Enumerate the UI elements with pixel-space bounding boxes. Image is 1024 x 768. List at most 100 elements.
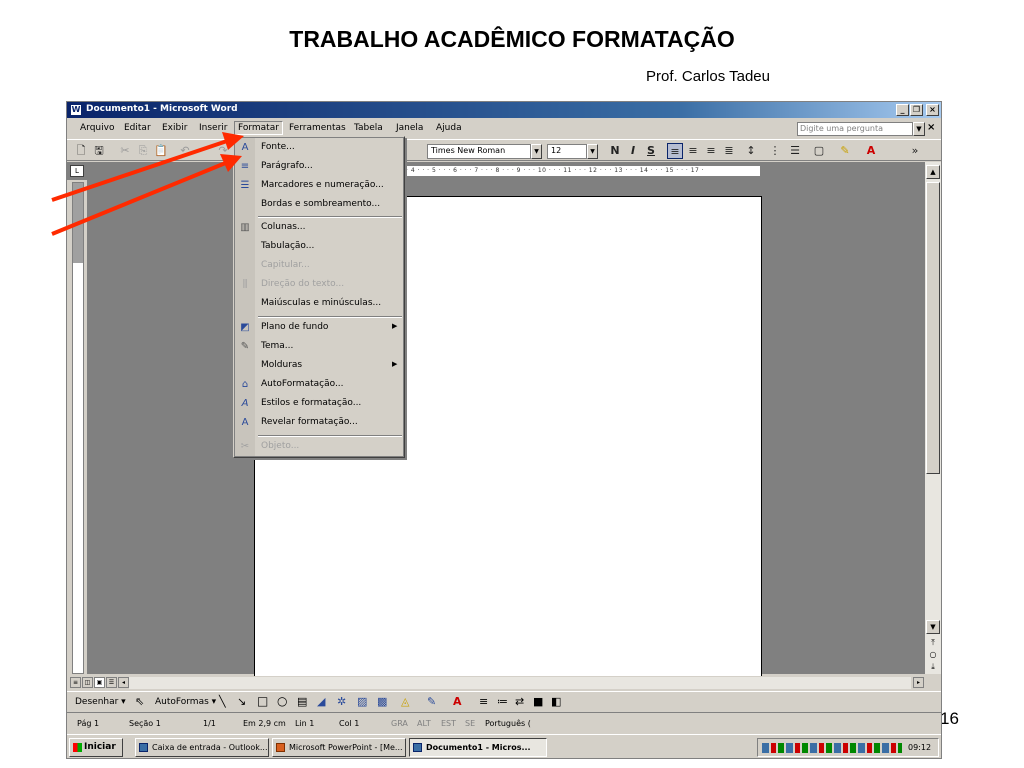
numbering-icon[interactable]: ⋮ [767, 143, 783, 159]
menu-item-fonte[interactable]: A Fonte... [234, 139, 404, 157]
menu-item-tabulacao[interactable]: Tabulação... [234, 238, 404, 256]
start-button[interactable]: Iniciar [69, 738, 123, 757]
highlight-icon[interactable]: ✎ [837, 143, 853, 159]
diagram-icon[interactable]: ✲ [337, 695, 346, 708]
menu-inserir[interactable]: Inserir [196, 122, 231, 134]
previous-page-icon[interactable]: ⤒ [927, 638, 939, 648]
task-outlook[interactable]: Caixa de entrada - Outlook... [135, 738, 269, 757]
scroll-up-icon[interactable]: ▲ [926, 165, 940, 179]
menu-item-molduras[interactable]: Molduras ▶ [234, 357, 404, 375]
dash-style-icon[interactable]: ≔ [497, 695, 508, 708]
normal-view-icon[interactable]: ≡ [70, 677, 81, 688]
menu-exibir[interactable]: Exibir [159, 122, 190, 134]
toolbar-options-icon[interactable]: » [907, 143, 923, 159]
close-document-icon[interactable]: × [927, 122, 935, 133]
font-name-arrow[interactable]: ▼ [531, 144, 542, 159]
minimize-button[interactable]: _ [896, 104, 909, 116]
wordart-icon[interactable]: ◢ [317, 695, 325, 708]
browse-object-icon[interactable]: ○ [927, 650, 939, 659]
word-app-icon[interactable]: W [70, 104, 82, 116]
redo-icon[interactable]: ↷ [215, 143, 231, 159]
menu-item-autoformatacao[interactable]: ⌂ AutoFormatação... [234, 376, 404, 394]
menu-tabela[interactable]: Tabela [351, 122, 386, 134]
scroll-down-icon[interactable]: ▼ [926, 620, 940, 634]
menu-item-paragrafo[interactable]: ≡ Parágrafo... [234, 158, 404, 176]
help-question-input[interactable]: Digite uma pergunta [797, 122, 913, 136]
align-center-icon[interactable]: ≡ [685, 143, 701, 159]
insert-picture-icon[interactable]: ▩ [377, 695, 387, 708]
select-objects-icon[interactable]: ⇖ [135, 695, 144, 708]
print-view-icon[interactable]: ▣ [94, 677, 105, 688]
scroll-left-icon[interactable]: ◂ [118, 677, 129, 688]
close-window-button[interactable]: × [926, 104, 939, 116]
menu-formatar[interactable]: Formatar [234, 121, 283, 135]
status-overtype[interactable]: SE [465, 719, 475, 728]
task-word[interactable]: Documento1 - Micros... [409, 738, 547, 757]
menu-item-maiusculas[interactable]: Maiúsculas e minúsculas... [234, 295, 404, 313]
scroll-thumb[interactable] [926, 182, 940, 474]
italic-button[interactable]: I [625, 143, 641, 159]
align-left-icon[interactable]: ≡ [667, 143, 683, 159]
border-icon[interactable]: ▢ [811, 143, 827, 159]
status-track-changes[interactable]: ALT [417, 719, 431, 728]
menu-item-revelar[interactable]: A Revelar formatação... [234, 414, 404, 432]
menu-ferramentas[interactable]: Ferramentas [286, 122, 349, 134]
font-name-combo[interactable]: Times New Roman [427, 144, 531, 159]
shadow-style-icon[interactable]: ■ [533, 695, 543, 708]
line-tool-icon[interactable]: ╲ [219, 695, 226, 708]
menu-item-tema[interactable]: ✎ Tema... [234, 338, 404, 356]
bullets-toolbar-icon[interactable]: ☰ [787, 143, 803, 159]
scroll-right-icon[interactable]: ▸ [913, 677, 924, 688]
menu-editar[interactable]: Editar [121, 122, 154, 134]
bold-button[interactable]: N [607, 143, 623, 159]
menu-item-marcadores[interactable]: ☰ Marcadores e numeração... [234, 177, 404, 195]
rectangle-tool-icon[interactable]: □ [257, 694, 268, 708]
status-record[interactable]: GRA [391, 719, 408, 728]
menu-ajuda[interactable]: Ajuda [433, 122, 465, 134]
paste-icon[interactable]: 📋 [153, 143, 169, 159]
save-icon[interactable]: 🖫 [91, 143, 107, 159]
next-page-icon[interactable]: ⤓ [927, 662, 939, 672]
web-view-icon[interactable]: ◫ [82, 677, 93, 688]
menu-item-estilos[interactable]: A Estilos e formatação... [234, 395, 404, 413]
menu-janela[interactable]: Janela [393, 122, 426, 134]
oval-tool-icon[interactable]: ○ [277, 694, 287, 708]
line-spacing-icon[interactable]: ↕ [743, 143, 759, 159]
menu-arquivo[interactable]: Arquivo [77, 122, 117, 134]
task-powerpoint[interactable]: Microsoft PowerPoint - [Me... [272, 738, 406, 757]
fill-color-icon[interactable]: ◬ [401, 695, 409, 708]
menu-item-colunas[interactable]: ▥ Colunas... [234, 219, 404, 237]
menu-item-bordas[interactable]: Bordas e sombreamento... [234, 196, 404, 214]
arrow-tool-icon[interactable]: ↘ [237, 695, 246, 708]
cut-icon[interactable]: ✂ [117, 143, 133, 159]
line-style-icon[interactable]: ≡ [479, 695, 488, 708]
underline-button[interactable]: S [643, 143, 659, 159]
font-color-icon[interactable]: A [863, 143, 879, 159]
title-bar[interactable]: W Documento1 - Microsoft Word _ ❐ × [67, 102, 941, 118]
restore-button[interactable]: ❐ [910, 104, 923, 116]
vertical-ruler[interactable] [72, 182, 84, 674]
help-dropdown-arrow[interactable]: ▼ [913, 122, 925, 136]
vertical-scrollbar[interactable]: ▲ ▼ ⤒ ○ ⤓ [925, 162, 941, 674]
3d-style-icon[interactable]: ◧ [551, 695, 561, 708]
new-document-icon[interactable]: 🗋 [73, 143, 89, 159]
line-color-icon[interactable]: ✎ [427, 695, 436, 708]
status-extend[interactable]: EST [441, 719, 456, 728]
font-size-combo[interactable]: 12 [547, 144, 587, 159]
autoshapes-button[interactable]: AutoFormas ▾ [155, 697, 216, 707]
undo-icon[interactable]: ↶ [177, 143, 193, 159]
clipart-icon[interactable]: ▨ [357, 695, 367, 708]
horizontal-scrollbar[interactable] [129, 677, 911, 689]
font-size-arrow[interactable]: ▼ [587, 144, 598, 159]
tab-selector-icon[interactable]: L [70, 165, 84, 177]
justify-icon[interactable]: ≣ [721, 143, 737, 159]
copy-icon[interactable]: ⎘ [135, 143, 151, 159]
arrow-style-icon[interactable]: ⇄ [515, 695, 524, 708]
draw-font-color-icon[interactable]: A [453, 695, 462, 708]
draw-menu-button[interactable]: Desenhar ▾ [75, 697, 126, 707]
textbox-tool-icon[interactable]: ▤ [297, 695, 307, 708]
menu-item-plano-fundo[interactable]: ◩ Plano de fundo ▶ [234, 319, 404, 337]
align-right-icon[interactable]: ≡ [703, 143, 719, 159]
outline-view-icon[interactable]: ☰ [106, 677, 117, 688]
tray-icons[interactable] [762, 743, 902, 753]
